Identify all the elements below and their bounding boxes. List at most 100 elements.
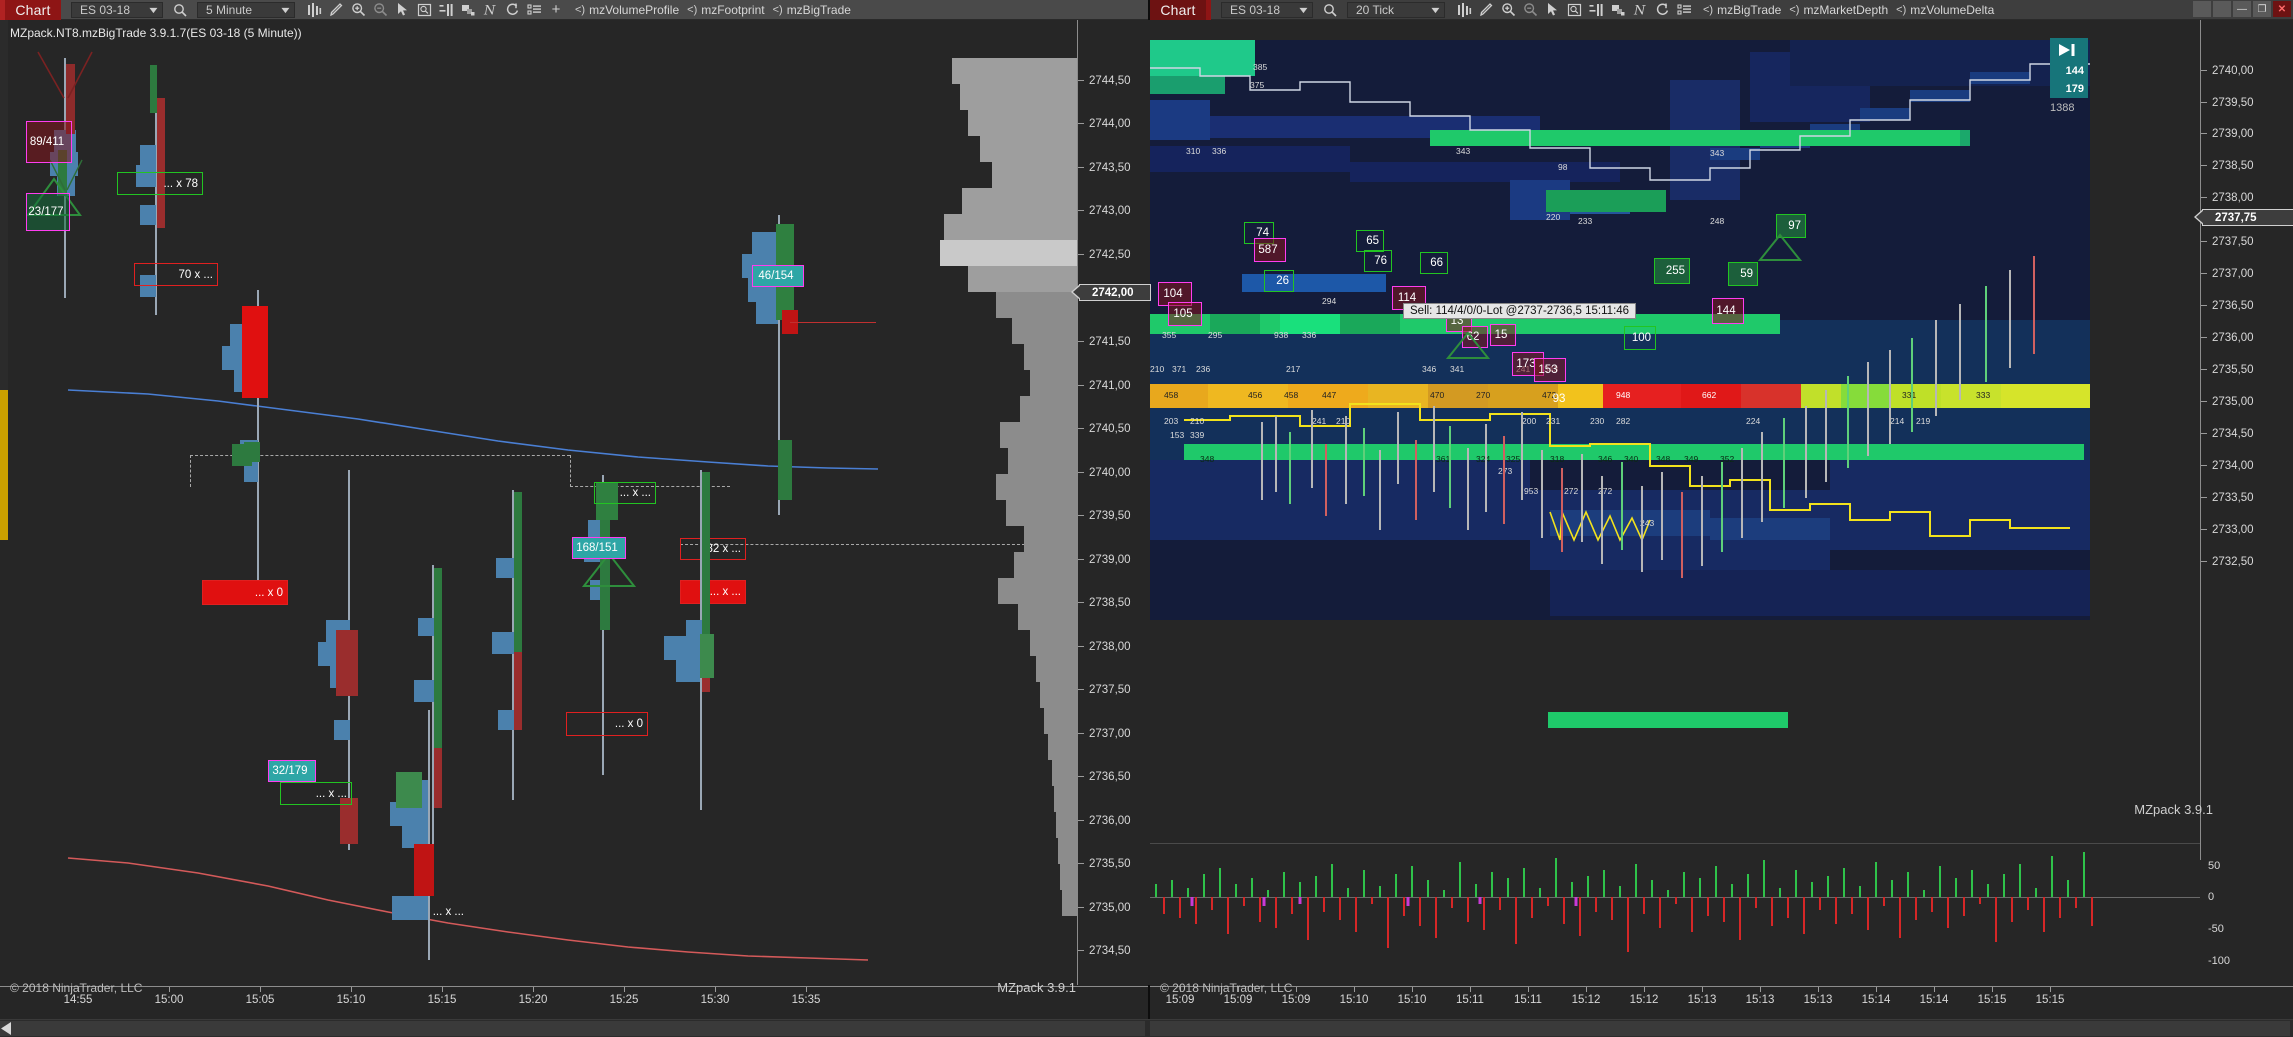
chart-style-icon[interactable]	[1585, 0, 1607, 20]
big-trade-label[interactable]: ... x ...	[280, 782, 352, 805]
big-trade-label[interactable]: 23/177	[26, 193, 70, 231]
big-trade-label[interactable]: 144	[1712, 298, 1744, 324]
indicator-chip-mzvolumedelta[interactable]: <) mzVolumeDelta	[1896, 3, 1994, 17]
big-trade-label[interactable]: 66	[1420, 252, 1448, 274]
zoom-in-icon[interactable]	[1497, 0, 1519, 20]
left-horizontal-scrollbar[interactable]	[0, 1019, 1150, 1037]
drawing-tools-icon[interactable]	[1475, 0, 1497, 20]
big-trade-label[interactable]: 100	[1624, 326, 1656, 350]
big-trade-label[interactable]: ... x ...	[390, 900, 468, 924]
right-toolbar: Chart ES 03-18 ▼ 20 Tick ▼ N <) mzBigTra…	[1150, 0, 2293, 20]
data-box-icon[interactable]	[1563, 0, 1585, 20]
indicator-chip-mzmarketdepth[interactable]: <) mzMarketDepth	[1789, 3, 1888, 17]
tab-chart-right[interactable]: Chart	[1150, 0, 1206, 20]
heat-row-cell	[1603, 384, 1681, 408]
footprint-number: 233	[1578, 216, 1593, 226]
search-icon[interactable]	[169, 0, 191, 20]
data-box-icon[interactable]	[413, 0, 435, 20]
price-tick: 2735,50	[2201, 364, 2254, 376]
indicator-icon[interactable]: N	[479, 0, 501, 20]
tab-chart-left[interactable]: Chart	[5, 0, 61, 20]
chart-style-icon[interactable]	[435, 0, 457, 20]
data-series-icon[interactable]	[1453, 0, 1475, 20]
chevron-down-icon: ▼	[1296, 4, 1311, 15]
big-trade-text: ... x ...	[619, 487, 651, 499]
cursor-icon[interactable]	[391, 0, 413, 20]
left-vertical-scroll-thumb[interactable]	[0, 390, 8, 540]
data-series-icon[interactable]	[303, 0, 325, 20]
big-trade-label[interactable]: ... x 0	[202, 580, 288, 605]
big-trade-label[interactable]: ... x ...	[680, 580, 746, 604]
interval-selector-right[interactable]: 20 Tick ▼	[1347, 1, 1445, 18]
big-trade-label[interactable]: ... x 78	[117, 172, 203, 195]
big-trade-label[interactable]: 76	[1364, 250, 1392, 272]
reload-icon[interactable]	[501, 0, 523, 20]
big-trade-label[interactable]: 255	[1654, 258, 1690, 284]
big-trade-label[interactable]: ... x 0	[566, 712, 648, 736]
big-trade-label[interactable]: 89/411	[26, 121, 72, 163]
zoom-out-icon[interactable]	[369, 0, 391, 20]
restore-spare-button-2[interactable]	[2213, 1, 2231, 17]
footprint-number: 243	[1640, 518, 1655, 528]
big-trade-label[interactable]: 70 x ...	[134, 263, 218, 286]
big-trade-label[interactable]: 15	[1490, 324, 1516, 346]
overlay-icon[interactable]	[457, 0, 479, 20]
indicator-chip-mzvolumeprofile[interactable]: <) mzVolumeProfile	[575, 3, 679, 17]
session-profile-bar	[1030, 370, 1077, 396]
time-tick-mark	[1412, 987, 1413, 992]
zoom-out-icon[interactable]	[1519, 0, 1541, 20]
zoom-in-icon[interactable]	[347, 0, 369, 20]
minimize-button[interactable]: —	[2233, 1, 2251, 17]
big-trade-label[interactable]: 65	[1356, 230, 1384, 252]
right-copyright: © 2018 NinjaTrader, LLC	[1160, 981, 1293, 995]
big-trade-label[interactable]: 153	[1534, 358, 1566, 382]
price-tick: 2736,50	[1078, 771, 1131, 783]
right-horizontal-scrollbar[interactable]	[1150, 1019, 2293, 1037]
add-indicator-button[interactable]: +	[545, 0, 567, 20]
restore-spare-button[interactable]	[2193, 1, 2211, 17]
right-price-axis[interactable]: 2740,00 2739,50 2739,00 2738,50 2738,00 …	[2194, 20, 2293, 860]
indicator-chip-mzbigtrade[interactable]: <) mzBigTrade	[1703, 3, 1781, 17]
big-trade-label[interactable]: 82 x ...	[680, 538, 746, 560]
big-trade-label[interactable]: 32/179	[268, 760, 316, 782]
left-hscroll-thumb[interactable]	[0, 1021, 1145, 1036]
footprint-number: 318	[1550, 454, 1565, 464]
volume-delta-pane[interactable]: 50 0 -50 -100	[1150, 843, 2293, 986]
big-trade-label[interactable]: 168/151	[572, 537, 626, 559]
big-trade-label[interactable]: 46/154	[752, 265, 804, 287]
instrument-value-right: ES 03-18	[1230, 2, 1281, 17]
indicator-chip-mzbigtrade[interactable]: <) mzBigTrade	[773, 3, 851, 17]
right-chart-body[interactable]: MZpack 3.9.1 © 2018 NinjaTrader, LLC 385…	[1150, 20, 2293, 1037]
time-tick: 15:30	[700, 994, 730, 1006]
maximize-button[interactable]: ❐	[2253, 1, 2271, 17]
drawing-tools-icon[interactable]	[325, 0, 347, 20]
close-button[interactable]: ✕	[2273, 1, 2291, 17]
big-trade-label[interactable]: ... x ...	[594, 482, 656, 504]
left-plot-area[interactable]	[8, 20, 1075, 985]
big-trade-label[interactable]: 59	[1728, 262, 1758, 286]
reload-icon[interactable]	[1651, 0, 1673, 20]
left-chart-body[interactable]: MZpack.NT8.mzBigTrade 3.9.1.7(ES 03-18 (…	[0, 20, 1151, 1037]
depth-band	[1150, 100, 1210, 140]
cursor-icon[interactable]	[1541, 0, 1563, 20]
overlay-icon[interactable]	[1607, 0, 1629, 20]
search-icon[interactable]	[1319, 0, 1341, 20]
instrument-selector-left[interactable]: ES 03-18 ▼	[71, 1, 163, 18]
indicator-chip-mzfootprint[interactable]: <) mzFootprint	[687, 3, 764, 17]
big-trade-text: 46/154	[758, 270, 794, 282]
left-time-axis[interactable]: 14:55 15:00 15:05 15:10 15:15 15:20 15:2…	[0, 986, 1148, 1018]
interval-selector-left[interactable]: 5 Minute ▼	[197, 1, 295, 18]
footprint-number: 339	[1190, 430, 1205, 440]
big-trade-label[interactable]: 93	[1548, 388, 1574, 410]
big-trade-label[interactable]: 105	[1168, 302, 1202, 326]
big-trade-label[interactable]: 587	[1254, 238, 1286, 262]
price-tick: 2740,00	[2201, 65, 2254, 77]
instrument-selector-right[interactable]: ES 03-18 ▼	[1221, 1, 1313, 18]
right-hscroll-thumb[interactable]	[1150, 1021, 2290, 1036]
indicator-icon[interactable]: N	[1629, 0, 1651, 20]
left-price-axis[interactable]: 2744,50 2744,00 2743,50 2743,00 2742,50 …	[1071, 20, 1151, 985]
properties-icon[interactable]	[1673, 0, 1695, 20]
big-trade-label[interactable]: 26	[1264, 270, 1294, 292]
right-time-axis[interactable]: 15:09 15:09 15:09 15:10 15:10 15:11 15:1…	[1150, 986, 2293, 1018]
properties-icon[interactable]	[523, 0, 545, 20]
